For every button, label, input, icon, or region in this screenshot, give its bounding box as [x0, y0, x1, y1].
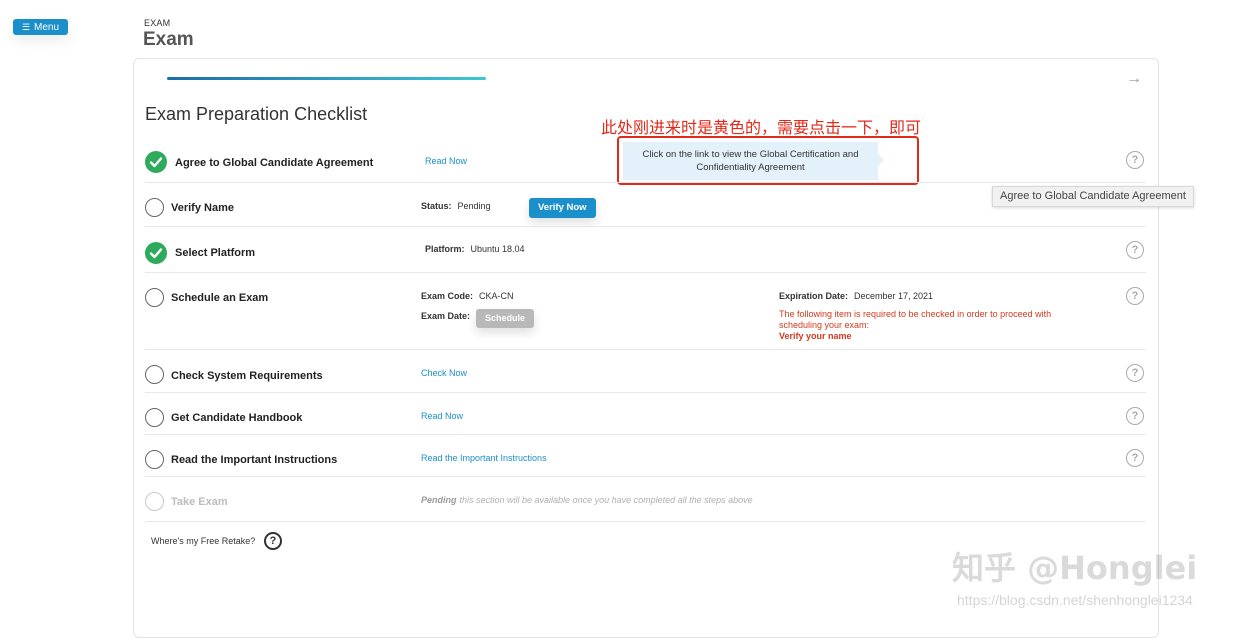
row-divider [145, 476, 1146, 477]
row-divider [145, 434, 1146, 435]
help-icon[interactable]: ? [1126, 449, 1144, 467]
help-icon[interactable]: ? [1126, 287, 1144, 305]
checklist-title: Exam Preparation Checklist [145, 104, 368, 124]
row-divider [145, 521, 1146, 522]
menu-button[interactable]: ☰ Menu [13, 19, 68, 35]
exam-code-value: CKA-CN [479, 291, 514, 301]
annotation-text: 此处刚进来时是黄色的，需要点击一下，即可 [601, 118, 922, 137]
expiration-date: Expiration Date: December 17, 2021 [779, 291, 933, 301]
expiration-value: December 17, 2021 [854, 291, 934, 301]
handbook-read-now-link[interactable]: Read Now [421, 411, 463, 421]
exam-code: Exam Code: CKA-CN [421, 291, 514, 301]
platform-label: Platform: [425, 244, 465, 254]
progress-bar [167, 77, 486, 80]
help-icon[interactable]: ? [1126, 364, 1144, 382]
pending-label: Pending [421, 495, 457, 505]
status-label: Status: [421, 201, 452, 211]
checkbox-handbook[interactable] [145, 408, 164, 427]
free-retake-link[interactable]: Where's my Free Retake? [151, 536, 255, 546]
checkbox-verify-name[interactable] [145, 198, 164, 217]
step-label-agreement: Agree to Global Candidate Agreement [175, 157, 374, 169]
row-divider [145, 182, 1146, 183]
agreement-tooltip: Click on the link to view the Global Cer… [623, 142, 884, 180]
take-exam-pending-note: Pending this section will be available on… [421, 495, 753, 505]
step-label-platform: Select Platform [175, 247, 256, 259]
help-icon[interactable]: ? [1126, 407, 1144, 425]
hover-tooltip: Agree to Global Candidate Agreement [992, 186, 1194, 207]
check-done-icon [145, 151, 167, 173]
checkbox-instructions[interactable] [145, 450, 164, 469]
schedule-warning-item: Verify your name [779, 331, 852, 341]
exam-code-label: Exam Code: [421, 291, 474, 301]
checkbox-take-exam [145, 492, 164, 511]
row-divider [145, 226, 1146, 227]
check-done-icon [145, 242, 167, 264]
status-value: Pending [457, 201, 491, 211]
checkbox-system[interactable] [145, 365, 164, 384]
step-label-handbook: Get Candidate Handbook [171, 412, 303, 424]
pending-text: this section will be available once you … [459, 495, 753, 505]
step-label-instructions: Read the Important Instructions [171, 454, 338, 466]
step-label-schedule: Schedule an Exam [171, 292, 269, 304]
arrow-right-icon[interactable]: → [1126, 70, 1142, 88]
schedule-button[interactable]: Schedule [476, 309, 535, 328]
exam-date-label: Exam Date: [421, 311, 471, 321]
menu-label: Menu [34, 21, 60, 33]
watermark-url: https://blog.csdn.net/shenhonglei1234 [957, 592, 1193, 608]
step-label-take-exam: Take Exam [171, 496, 228, 508]
step-label-system: Check System Requirements [171, 370, 323, 382]
platform-value: Ubuntu 18.04 [470, 244, 525, 254]
hamburger-icon: ☰ [21, 21, 31, 32]
step-label-verify-name: Verify Name [171, 202, 234, 214]
agreement-read-now-link[interactable]: Read Now [425, 156, 467, 166]
row-divider [145, 349, 1146, 350]
help-icon[interactable]: ? [1126, 151, 1144, 169]
help-icon[interactable]: ? [264, 532, 282, 550]
help-icon[interactable]: ? [1126, 241, 1144, 259]
breadcrumb: EXAM [144, 18, 171, 28]
row-divider [145, 272, 1146, 273]
schedule-warning: The following item is required to be che… [779, 309, 1052, 330]
expiration-label: Expiration Date: [779, 291, 849, 301]
verify-status: Status: Pending [421, 201, 491, 211]
instructions-link[interactable]: Read the Important Instructions [421, 453, 547, 463]
watermark-brand: 知乎 @Honglei [952, 549, 1198, 587]
page-title: Exam [143, 29, 194, 50]
verify-now-button[interactable]: Verify Now [529, 198, 596, 218]
platform-info: Platform: Ubuntu 18.04 [425, 244, 525, 254]
check-now-link[interactable]: Check Now [421, 368, 467, 378]
checkbox-schedule[interactable] [145, 288, 164, 307]
exam-date: Exam Date: [421, 311, 476, 321]
row-divider [145, 392, 1146, 393]
